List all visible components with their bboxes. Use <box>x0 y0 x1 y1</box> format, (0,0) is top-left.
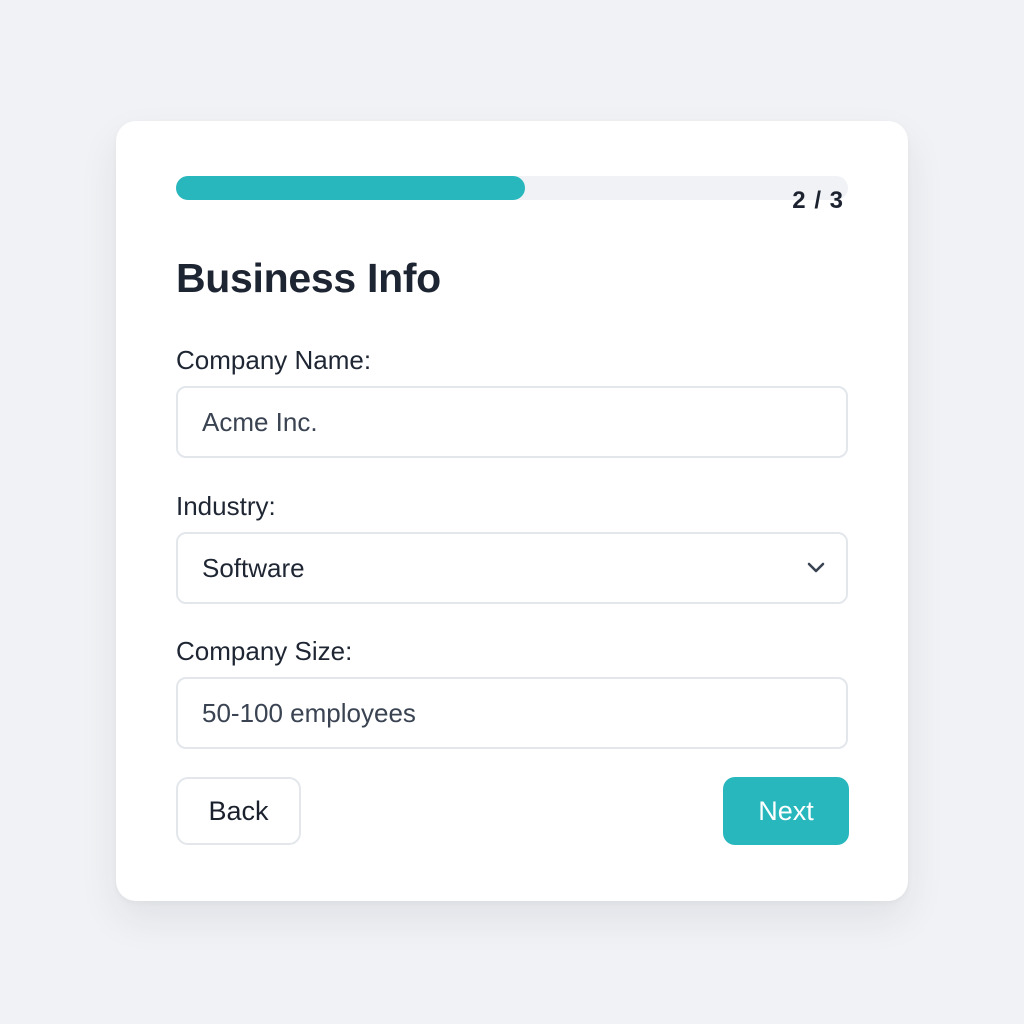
step-indicator: 2 / 3 <box>792 187 844 214</box>
industry-label: Industry: <box>176 491 276 521</box>
page-title: Business Info <box>176 255 441 301</box>
industry-selected-value: Software <box>202 552 305 583</box>
progress-bar-fill <box>176 176 526 200</box>
chevron-down-icon <box>806 558 826 578</box>
company-name-input[interactable]: Acme Inc. <box>176 386 848 458</box>
industry-select[interactable]: Software <box>176 532 848 604</box>
company-size-label: Company Size: <box>176 636 353 666</box>
company-name-value: Acme Inc. <box>202 406 318 437</box>
company-name-label: Company Name: <box>176 345 372 375</box>
company-size-value: 50-100 employees <box>202 697 416 728</box>
next-button[interactable]: Next <box>723 777 849 845</box>
progress-bar <box>176 176 848 200</box>
onboarding-card: 2 / 3 Business Info Company Name: Acme I… <box>116 121 908 901</box>
back-button[interactable]: Back <box>176 777 301 845</box>
company-size-input[interactable]: 50-100 employees <box>176 677 848 749</box>
